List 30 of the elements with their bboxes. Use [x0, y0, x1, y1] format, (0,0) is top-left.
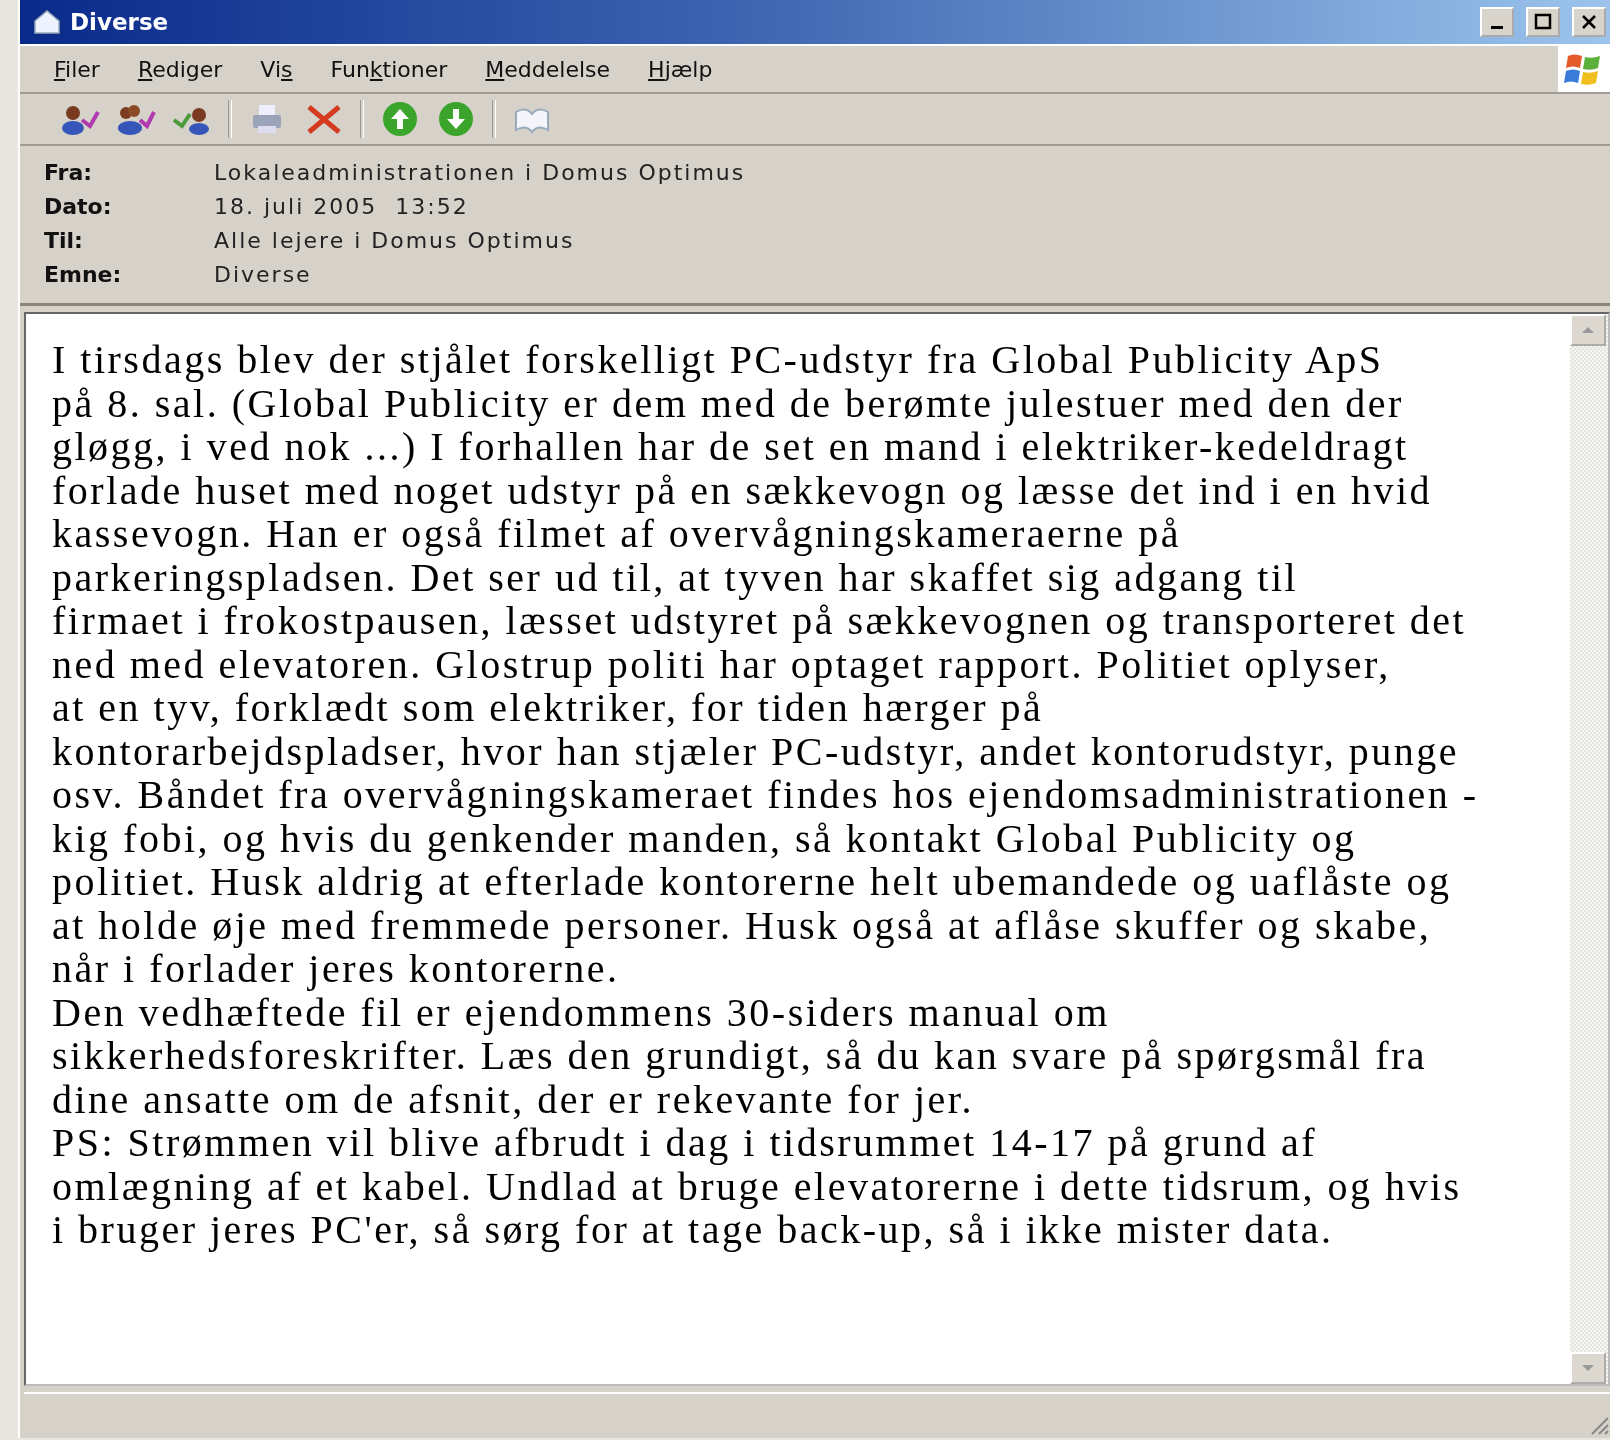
- field-label: Emne:: [44, 262, 123, 287]
- field-value: Lokaleadministrationen i Domus Optimus: [214, 160, 747, 185]
- menu-item[interactable]: Rediger: [127, 52, 233, 86]
- minimize-button[interactable]: [1480, 7, 1514, 37]
- field-value: 18. juli 2005 13:52: [214, 194, 470, 219]
- scroll-up-button[interactable]: [1570, 314, 1606, 346]
- maximize-icon: [1534, 13, 1552, 31]
- window-title: Diverse: [70, 9, 170, 35]
- message-paragraph: Den vedhæftede fil er ejendommens 30-siders manual om sikkerhedsforeskrifter. Læs den grundigt, så du kan svare på spørgsmål fra dine ansatte om de afsnit, der er rekevante for jer.: [52, 990, 1428, 1121]
- minimize-icon: [1491, 25, 1503, 29]
- message-paragraph: I tirsdags blev der stjålet forskelligt PC-udstyr fra Global Publicity ApS på 8. sal. (Global Publicity er dem med de berømte julestuer med den der gløgg, i ved nok ...) I forhallen har de set en mand i elektriker-kedeldragt forlade huset med noget udstyr på en sækkevogn og læsse det ind i en hvid kassevogn. Han er også filmet af overvågningskameraerne på parkeringspladsen. Det ser ud til, at tyven har skaffet sig adgang til firmaet i frokostpausen, læsset udstyret på sækkevognen og transporteret det ned med elevatoren. Glostrup politi har optaget rapport. Politiet oplyser, at en tyv, forklædt som elektriker, for tiden hærger på kontorarbejdspladser, hvor han stjæler PC-udstyr, andet kontorudstyr, punge osv. Båndet fra overvågningskameraet findes hos ejendomsadministrationen - kig fobi, og hvis du genkender manden, så kontakt Global Publicity og politiet. Husk aldrig at efterlade kontorerne helt ubemandede og uaflåste og at holde øje med fremmede personer. Husk også at aflåse skuffer og skabe, når i forlader jeres kontorerne.: [52, 338, 1479, 991]
- field-value: Diverse: [214, 262, 313, 287]
- field-value: Alle lejere i Domus Optimus: [214, 228, 576, 253]
- menu-item[interactable]: Funktioner: [320, 52, 458, 86]
- up-arrow-icon: [1581, 326, 1595, 334]
- menu-item[interactable]: Vis: [250, 52, 303, 86]
- scrollbar[interactable]: [1570, 314, 1608, 1384]
- close-button[interactable]: [1572, 7, 1606, 37]
- field-label: Fra:: [44, 160, 94, 185]
- menu-item[interactable]: Hjælp: [638, 52, 723, 86]
- maximize-button[interactable]: [1526, 7, 1560, 37]
- menu-item[interactable]: Filer: [44, 52, 110, 86]
- people-arrow-icon[interactable]: [116, 102, 156, 136]
- field-label: Til:: [44, 228, 84, 253]
- down-arrow-icon: [1581, 1364, 1595, 1372]
- message-paragraph: PS: Strømmen vil blive afbrudt i dag i tidsrummet 14-17 på grund af omlægning af et kabel. Undlad at bruge elevatorerne i dette tidsrum, og hvis i bruger jeres PC'er, så sørg for at tage back-up, så i ikke mister data.: [52, 1121, 1462, 1252]
- field-label: Dato:: [44, 194, 113, 219]
- scroll-down-button[interactable]: [1570, 1352, 1606, 1384]
- menu-item[interactable]: Meddelelse: [475, 52, 621, 86]
- close-icon: [1580, 13, 1598, 31]
